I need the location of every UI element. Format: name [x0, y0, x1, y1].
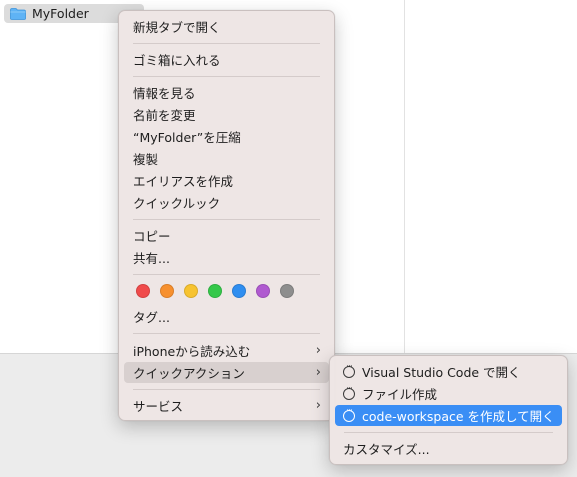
column-divider: [404, 0, 405, 353]
menu-separator: [133, 76, 320, 77]
menu-separator: [133, 333, 320, 334]
menu-item-label: タグ...: [133, 310, 170, 325]
submenu-item-open-vscode[interactable]: Visual Studio Code で開く: [335, 361, 562, 382]
menu-item-label: 情報を見る: [133, 86, 196, 101]
menu-item-rename[interactable]: 名前を変更: [124, 104, 329, 125]
menu-item-services[interactable]: サービス ›: [124, 395, 329, 416]
menu-item-label: 複製: [133, 152, 159, 167]
menu-separator: [344, 432, 553, 433]
menu-item-label: iPhoneから読み込む: [133, 344, 251, 359]
menu-item-duplicate[interactable]: 複製: [124, 148, 329, 169]
ellipsis-circle-icon: [343, 384, 355, 400]
submenu-item-label: カスタマイズ...: [343, 442, 430, 457]
menu-separator: [133, 389, 320, 390]
chevron-right-icon: ›: [315, 365, 321, 380]
submenu-item-create-workspace[interactable]: code-workspace を作成して開く: [335, 405, 562, 426]
chevron-right-icon: ›: [315, 343, 321, 358]
menu-item-label: クイックアクション: [133, 366, 245, 381]
menu-separator: [133, 219, 320, 220]
tag-gray-dot[interactable]: [280, 284, 294, 298]
menu-item-import-from-iphone[interactable]: iPhoneから読み込む ›: [124, 340, 329, 361]
menu-item-label: コピー: [133, 229, 171, 244]
menu-separator: [133, 43, 320, 44]
menu-item-label: 共有...: [133, 251, 170, 266]
submenu-item-label: code-workspace を作成して開く: [362, 409, 555, 424]
tag-purple-dot[interactable]: [256, 284, 270, 298]
menu-item-label: “MyFolder”を圧縮: [133, 130, 241, 145]
tag-color-row: [136, 284, 304, 300]
tag-yellow-dot[interactable]: [184, 284, 198, 298]
tag-green-dot[interactable]: [208, 284, 222, 298]
submenu-item-customize[interactable]: カスタマイズ...: [335, 438, 562, 459]
submenu-item-label: Visual Studio Code で開く: [362, 365, 521, 380]
menu-item-label: サービス: [133, 399, 184, 414]
ellipsis-circle-icon: [343, 362, 355, 378]
quick-actions-submenu: Visual Studio Code で開く ファイル作成 code-works…: [329, 355, 568, 465]
menu-item-get-info[interactable]: 情報を見る: [124, 82, 329, 103]
menu-item-copy[interactable]: コピー: [124, 225, 329, 246]
menu-item-label: 新規タブで開く: [133, 20, 221, 35]
menu-item-label: ゴミ箱に入れる: [133, 53, 221, 68]
menu-item-tags[interactable]: タグ...: [124, 306, 329, 327]
tag-orange-dot[interactable]: [160, 284, 174, 298]
menu-item-make-alias[interactable]: エイリアスを作成: [124, 170, 329, 191]
folder-icon: [10, 7, 26, 20]
ellipsis-circle-icon: [343, 406, 355, 422]
menu-item-label: エイリアスを作成: [133, 174, 234, 189]
menu-item-share[interactable]: 共有...: [124, 247, 329, 268]
folder-name: MyFolder: [32, 6, 89, 21]
menu-item-quick-look[interactable]: クイックルック: [124, 192, 329, 213]
menu-item-move-to-trash[interactable]: ゴミ箱に入れる: [124, 49, 329, 70]
chevron-right-icon: ›: [315, 398, 321, 413]
context-menu: 新規タブで開く ゴミ箱に入れる 情報を見る 名前を変更 “MyFolder”を圧…: [118, 10, 335, 421]
menu-separator: [133, 274, 320, 275]
menu-item-label: クイックルック: [133, 196, 221, 211]
menu-item-compress[interactable]: “MyFolder”を圧縮: [124, 126, 329, 147]
menu-item-label: 名前を変更: [133, 108, 196, 123]
submenu-item-create-file[interactable]: ファイル作成: [335, 383, 562, 404]
tag-blue-dot[interactable]: [232, 284, 246, 298]
submenu-item-label: ファイル作成: [362, 387, 438, 402]
menu-item-quick-actions[interactable]: クイックアクション ›: [124, 362, 329, 383]
tag-red-dot[interactable]: [136, 284, 150, 298]
menu-item-open-new-tab[interactable]: 新規タブで開く: [124, 16, 329, 37]
